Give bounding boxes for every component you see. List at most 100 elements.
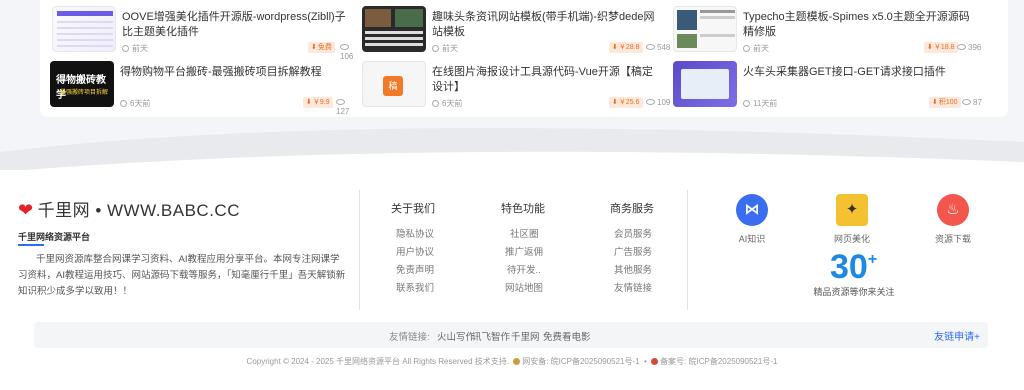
clock-icon [743, 100, 750, 107]
friend-link[interactable]: 火山写作 [437, 329, 475, 343]
resource-card[interactable]: 稿 在线图片海报设计工具源代码-Vue开源【稿定设计】 6天前 ￥25.6 10… [362, 61, 670, 111]
eye-icon [646, 99, 655, 105]
police-badge-icon [513, 358, 521, 365]
card-time: 前天 [132, 44, 148, 53]
footer-link[interactable]: 隐私协议 [396, 226, 434, 240]
site-footer: ❤ 千里网 • WWW.BABC.CC 千里网络资源平台 千里网资源库整合网课学习… [0, 170, 1024, 390]
eye-icon [340, 44, 349, 50]
view-count: 548 [657, 43, 671, 52]
card-title[interactable]: 趣味头条资讯网站模板(带手机端)-织梦dede网站模板 [432, 10, 660, 40]
resource-card[interactable]: OOVE增强美化插件开源版-wordpress(Zibll)子比主题美化插件 前… [52, 6, 353, 61]
card-thumbnail[interactable] [673, 61, 737, 107]
icp-police-link[interactable]: 网安备: 皖ICP备2025090521号-1 [522, 357, 639, 366]
card-meta: 11天前 积100 87 [743, 97, 983, 110]
divider [687, 190, 688, 310]
clock-icon [120, 100, 127, 107]
price-badge: ￥9.9 [303, 97, 333, 108]
feature-web-beautify[interactable]: ✦ 网页美化 [822, 194, 882, 245]
card-title[interactable]: Typecho主题模板-Spimes x5.0主题全开源源码精修版 [743, 10, 971, 40]
friend-link[interactable]: 免费看电影 [543, 329, 591, 343]
icp-record-link[interactable]: 备案号: 皖ICP备2025090521号-1 [660, 357, 777, 366]
card-meta: 6天前 ￥25.6 109 [432, 97, 672, 110]
footer-link[interactable]: 推广返佣 [505, 244, 543, 258]
card-thumbnail[interactable] [52, 6, 116, 52]
card-thumbnail[interactable]: 稿 [362, 61, 426, 107]
brand-text: 千里网 • WWW.BABC.CC [37, 201, 240, 220]
friend-links-bar: 友情链接: 火山写作 讯飞智作 千里网 免费看电影 友链申请+ [34, 322, 988, 348]
feature-ai-knowledge[interactable]: ⋈ AI知识 [722, 194, 782, 245]
card-time: 11天前 [753, 99, 778, 108]
footer-link[interactable]: 其他服务 [614, 262, 652, 276]
footer-column-heading: 商务服务 [610, 203, 654, 215]
resource-card[interactable]: 趣味头条资讯网站模板(带手机端)-织梦dede网站模板 前天 ￥28.8 548 [362, 6, 670, 56]
footer-column-heading: 关于我们 [391, 203, 435, 215]
clock-icon [122, 45, 129, 52]
logo-icon: 稿 [383, 76, 403, 96]
card-title[interactable]: 火车头采集器GET接口-GET请求接口插件 [743, 65, 971, 80]
footer-link[interactable]: 免责声明 [396, 262, 434, 276]
footer-link[interactable]: 广告服务 [614, 244, 652, 258]
card-title[interactable]: OOVE增强美化插件开源版-wordpress(Zibll)子比主题美化插件 [122, 10, 350, 40]
brand-underline [18, 244, 44, 246]
card-title[interactable]: 在线图片海报设计工具源代码-Vue开源【稿定设计】 [432, 65, 660, 95]
clock-icon [432, 45, 439, 52]
copyright-text: Copyright © 2024 - 2025 千里网络资源平台 All Rig… [246, 357, 509, 366]
footer-link[interactable]: 联系我们 [396, 280, 434, 294]
footer-link[interactable]: 会员服务 [614, 226, 652, 240]
card-title[interactable]: 得物购物平台搬砖-最强搬砖项目拆解教程 [120, 65, 348, 80]
eye-icon [646, 44, 655, 50]
card-time: 前天 [442, 44, 458, 53]
clock-icon [743, 45, 750, 52]
feature-resource-download[interactable]: ♨ 资源下载 [923, 194, 983, 245]
price-badge: ￥18.8 [924, 42, 958, 53]
view-count: 127 [336, 107, 350, 116]
thumbnail-text: 得物搬砖教学 [56, 75, 106, 101]
feature-label: 资源下载 [934, 234, 971, 244]
card-meta: 6天前 ￥9.9 127 [120, 97, 360, 116]
heart-logo-icon: ❤ [18, 200, 34, 220]
card-meta: 前天 ￥18.8 396 [743, 42, 983, 55]
clock-icon [432, 100, 439, 107]
brand-subtitle: 千里网络资源平台 [18, 232, 91, 242]
thumbnail-subtext: 最强搬砖项目拆解 [60, 90, 109, 96]
price-badge: ￥25.6 [609, 97, 643, 108]
feature-label: AI知识 [738, 234, 766, 244]
friend-links-label: 友情链接: [389, 332, 430, 343]
resource-card[interactable]: Typecho主题模板-Spimes x5.0主题全开源源码精修版 前天 ￥18… [673, 6, 981, 56]
footer-link[interactable]: 待开发.. [507, 262, 541, 276]
icp-badge-icon [651, 358, 659, 365]
resource-count: 30+ [830, 248, 878, 286]
price-badge: 免费 [308, 42, 335, 53]
card-time: 6天前 [130, 99, 151, 108]
footer-column-heading: 特色功能 [501, 203, 545, 215]
footer-link[interactable]: 友情链接 [614, 280, 652, 294]
card-thumbnail[interactable] [362, 6, 426, 52]
price-badge: ￥28.8 [609, 42, 643, 53]
card-time: 6天前 [442, 99, 463, 108]
eye-icon [957, 44, 966, 50]
resource-card[interactable]: 火车头采集器GET接口-GET请求接口插件 11天前 积100 87 [673, 61, 982, 111]
card-time: 前天 [753, 44, 769, 53]
view-count: 87 [973, 98, 982, 107]
friend-link[interactable]: 千里网 [511, 329, 540, 343]
footer-link[interactable]: 用户协议 [396, 244, 434, 258]
friend-link-apply-button[interactable]: 友链申请+ [934, 328, 980, 343]
card-meta: 前天 ￥28.8 548 [432, 42, 672, 55]
resource-cards-panel: OOVE增强美化插件开源版-wordpress(Zibll)子比主题美化插件 前… [40, 0, 1008, 117]
ai-knowledge-icon: ⋈ [736, 194, 768, 226]
brand-description: 千里网资源库整合网课学习资料、AI教程应用分享平台。本网专注网课学习资料，AI教… [18, 254, 346, 297]
fire-icon: ♨ [937, 194, 969, 226]
eye-icon [962, 99, 971, 105]
card-thumbnail[interactable]: 得物搬砖教学 最强搬砖项目拆解 [50, 61, 114, 107]
card-thumbnail[interactable] [673, 6, 737, 52]
footer-link[interactable]: 社区圈 [510, 226, 539, 240]
friend-link[interactable]: 讯飞智作 [472, 329, 510, 343]
footer-brand[interactable]: ❤ 千里网 • WWW.BABC.CC [18, 196, 240, 221]
view-count: 106 [340, 52, 354, 61]
card-meta: 前天 免费 106 [122, 42, 362, 61]
resource-card[interactable]: 得物搬砖教学 最强搬砖项目拆解 得物购物平台搬砖-最强搬砖项目拆解教程 6天前 … [50, 61, 350, 116]
divider [359, 190, 360, 310]
view-count: 109 [657, 98, 671, 107]
footer-link[interactable]: 网站地图 [505, 280, 543, 294]
copyright-line: Copyright © 2024 - 2025 千里网络资源平台 All Rig… [246, 357, 778, 366]
